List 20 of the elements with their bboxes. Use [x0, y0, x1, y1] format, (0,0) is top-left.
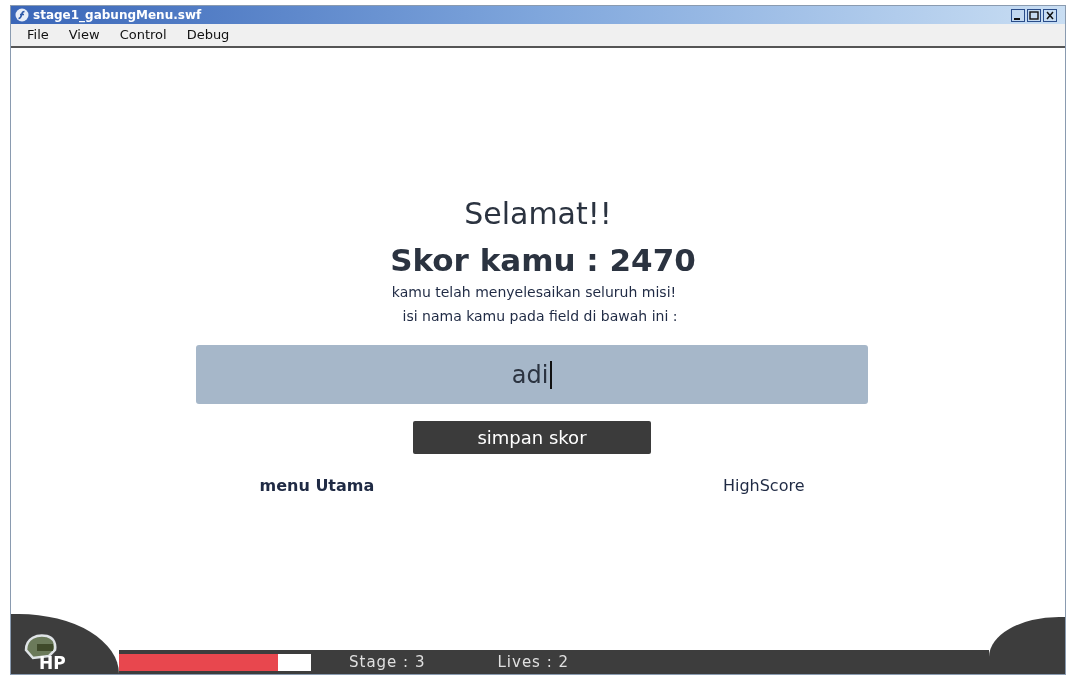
flash-icon	[15, 8, 29, 22]
lives-label: Lives : 2	[497, 651, 570, 673]
name-input-field[interactable]: adi	[196, 345, 868, 404]
minimize-icon[interactable]	[1011, 8, 1025, 22]
maximize-icon[interactable]	[1027, 8, 1041, 22]
menu-item[interactable]: Debug	[186, 25, 230, 45]
hp-label: HP	[39, 655, 66, 672]
congratulations-heading: Selamat!!	[464, 195, 612, 233]
save-score-button[interactable]: simpan skor	[413, 421, 651, 454]
message-text: kamu telah menyelesaikan seluruh misi!	[391, 283, 677, 302]
close-icon[interactable]	[1043, 8, 1057, 22]
menu-item[interactable]: File	[27, 25, 49, 45]
menu-item[interactable]: View	[68, 25, 100, 45]
message-text: isi nama kamu pada field di bawah ini :	[402, 307, 678, 326]
menu-item[interactable]: Control	[119, 25, 167, 45]
score-text: Skor kamu : 2470	[390, 241, 696, 280]
main-menu-link[interactable]: menu Utama	[259, 474, 375, 498]
stage-label: Stage : 3	[349, 651, 426, 673]
highscore-link[interactable]: HighScore	[722, 474, 805, 498]
window-title: stage1_gabungMenu.swf	[33, 9, 202, 21]
